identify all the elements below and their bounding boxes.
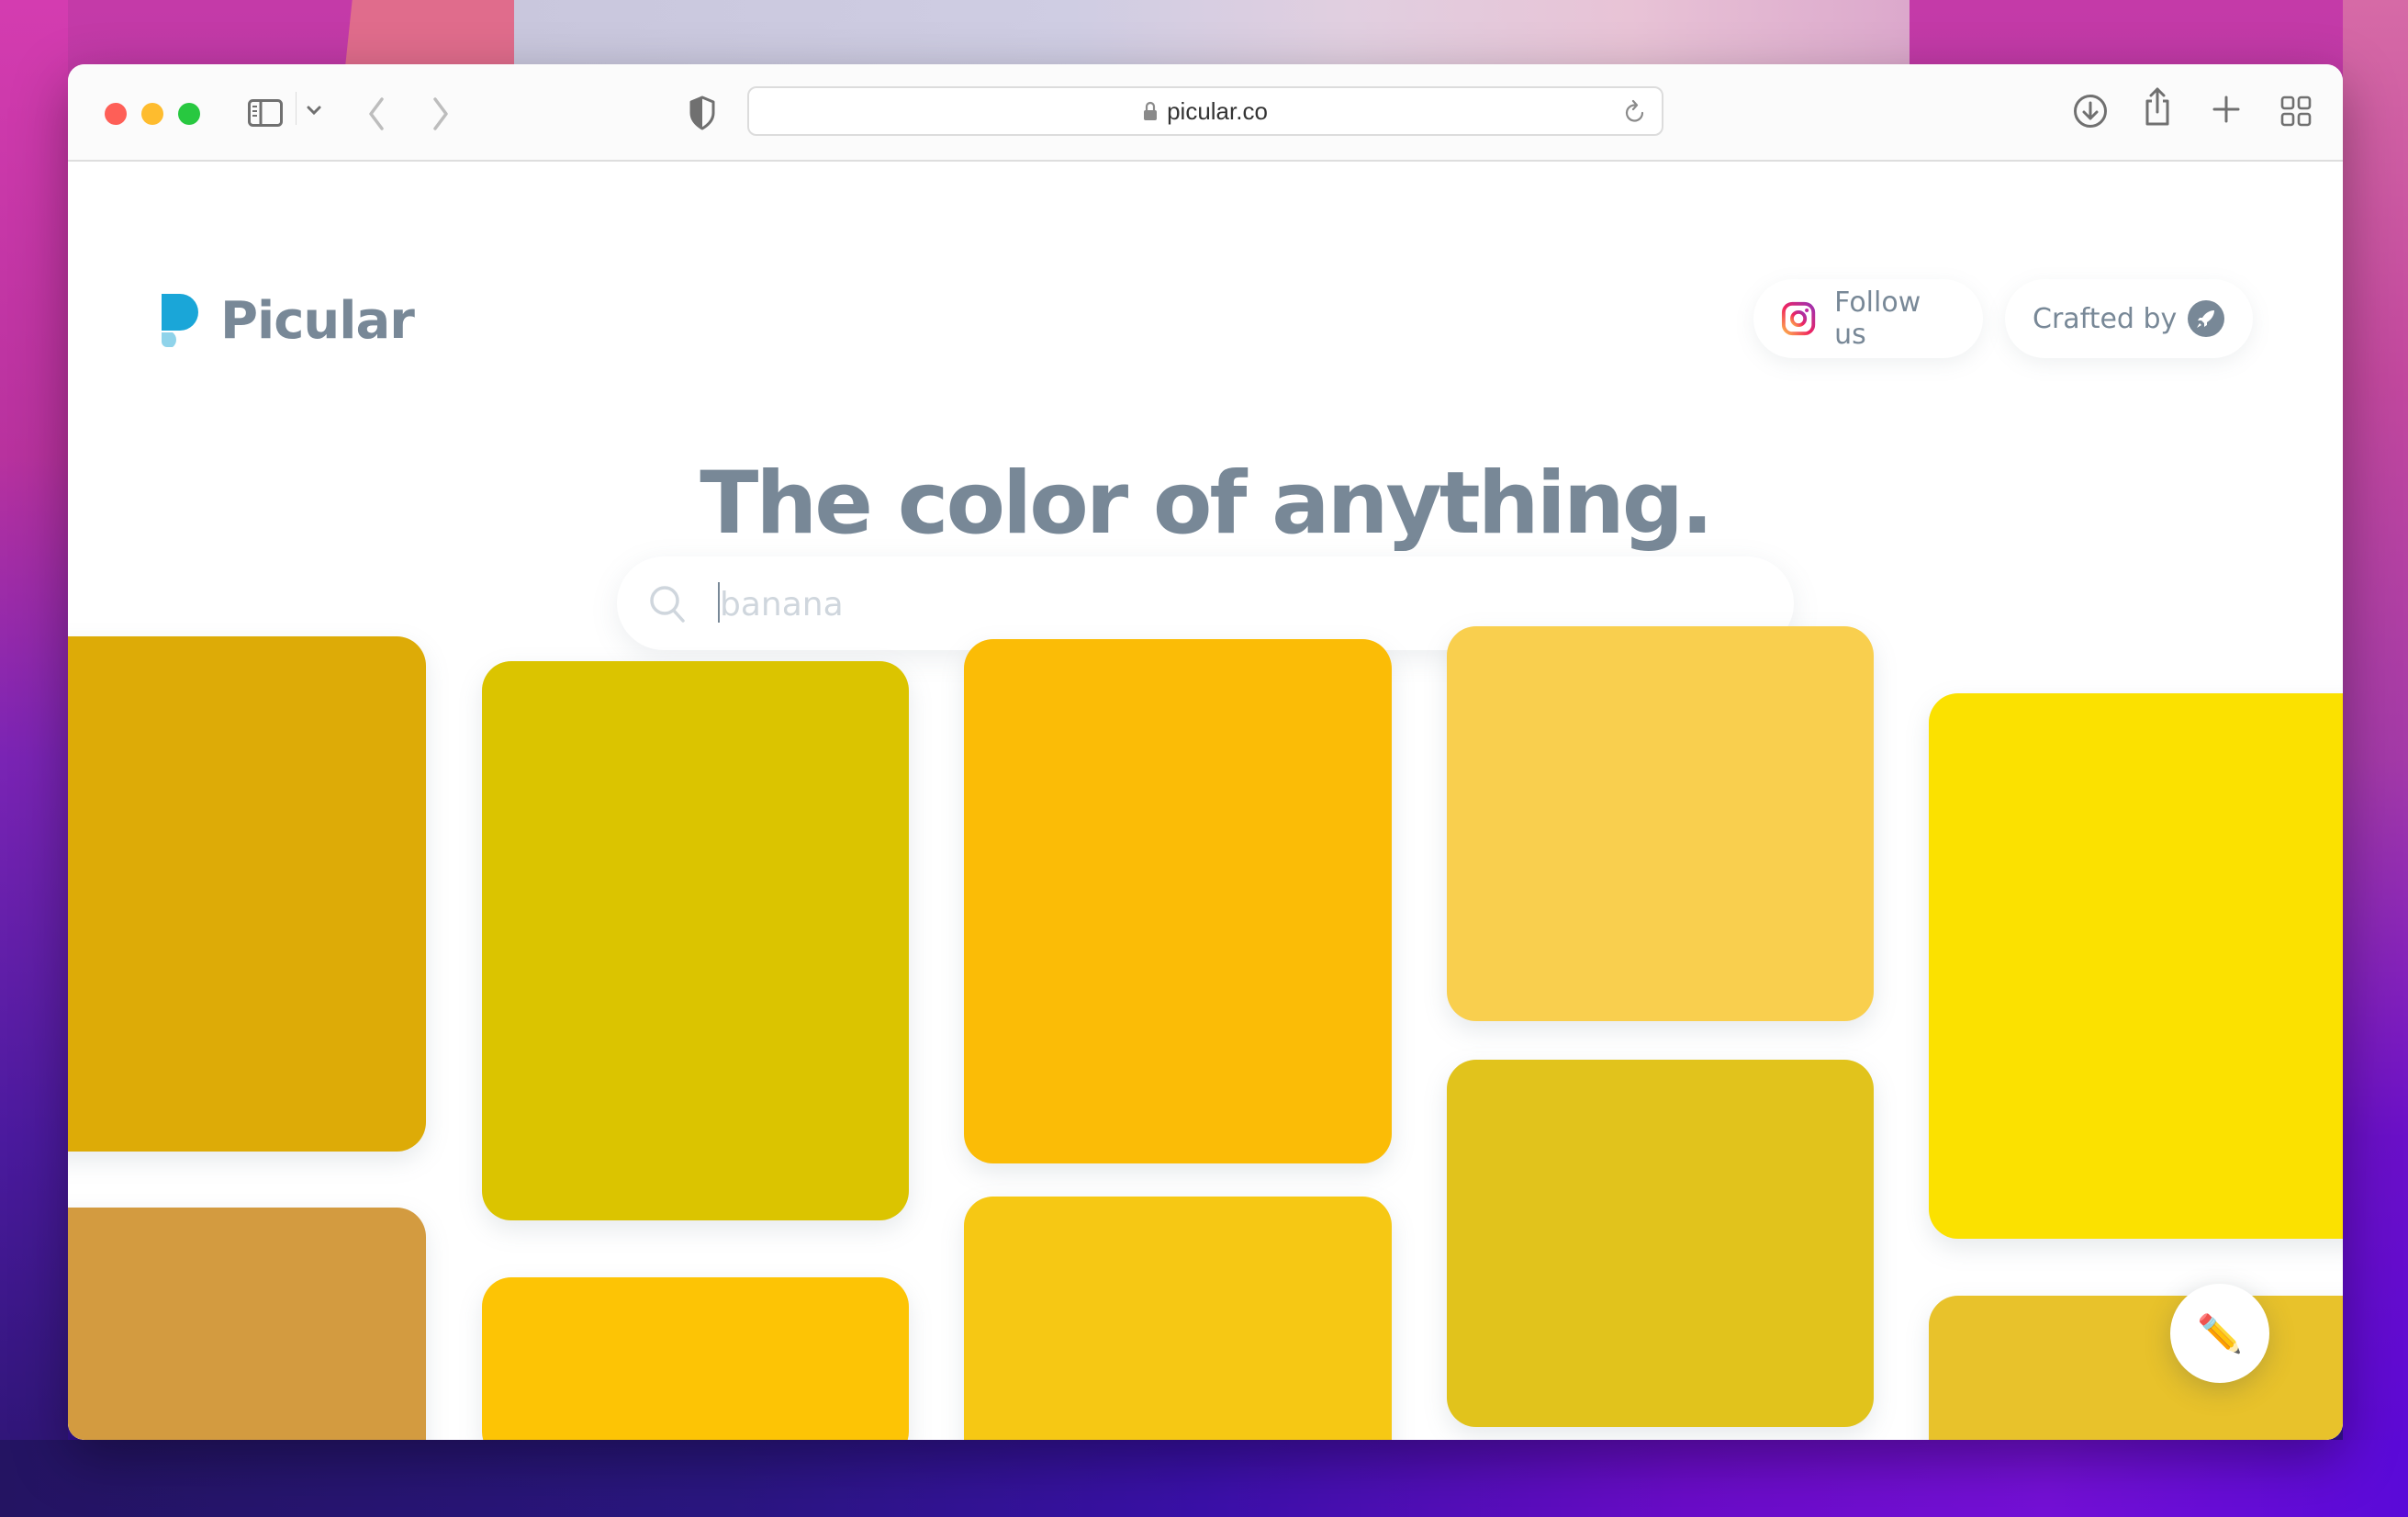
minimize-window-button[interactable] — [141, 103, 163, 125]
edit-button[interactable]: ✏️ — [2170, 1284, 2269, 1383]
color-tile[interactable] — [482, 661, 909, 1220]
forward-icon[interactable] — [430, 96, 452, 132]
color-tile[interactable] — [1929, 693, 2343, 1239]
pencil-icon: ✏️ — [2197, 1312, 2243, 1355]
color-tile[interactable] — [68, 1208, 426, 1440]
picular-logo-icon — [162, 294, 198, 347]
url-text: picular.co — [1167, 96, 1268, 125]
chevron-down-icon[interactable] — [305, 101, 323, 119]
crafted-by-label: Crafted by — [2033, 302, 2178, 335]
shield-icon[interactable] — [689, 96, 716, 130]
logo[interactable]: Picular — [158, 290, 415, 351]
rocket-icon — [2188, 300, 2225, 337]
color-tile[interactable] — [964, 639, 1392, 1163]
browser-window: picular.co Picular Follow us Crafted by … — [68, 64, 2343, 1440]
lock-icon — [1144, 101, 1158, 120]
color-tile[interactable] — [1447, 626, 1874, 1021]
address-bar[interactable]: picular.co — [747, 86, 1663, 136]
color-tile[interactable] — [68, 636, 426, 1152]
toolbar-separator — [296, 92, 297, 125]
page-title: The color of anything. — [700, 454, 1714, 554]
instagram-icon — [1781, 301, 1816, 336]
search-icon — [650, 586, 685, 623]
desktop-wallpaper-accent — [345, 0, 536, 64]
follow-us-label: Follow us — [1834, 287, 1921, 351]
logo-text: Picular — [220, 290, 415, 351]
browser-toolbar: picular.co — [68, 64, 2343, 162]
tab-overview-icon[interactable] — [2280, 96, 2312, 127]
color-tile[interactable] — [1447, 1060, 1874, 1427]
close-window-button[interactable] — [105, 103, 127, 125]
back-icon[interactable] — [365, 96, 387, 132]
share-icon[interactable] — [2143, 86, 2172, 127]
desktop-wallpaper-right — [2343, 0, 2408, 1517]
sidebar-icon[interactable] — [248, 99, 283, 127]
color-tile[interactable] — [482, 1277, 909, 1440]
text-cursor — [718, 582, 720, 623]
new-tab-icon[interactable] — [2212, 96, 2240, 123]
zoom-window-button[interactable] — [178, 103, 200, 125]
color-tile[interactable] — [1929, 1296, 2343, 1440]
reload-icon[interactable] — [1623, 99, 1647, 125]
desktop-wallpaper-top — [514, 0, 1910, 64]
desktop-wallpaper-bottom — [0, 1440, 2408, 1517]
follow-us-button[interactable]: Follow us — [1753, 279, 1983, 358]
page-content: Picular Follow us Crafted by The color o… — [68, 162, 2343, 1440]
download-icon[interactable] — [2073, 94, 2108, 129]
crafted-by-button[interactable]: Crafted by — [2005, 279, 2253, 358]
color-tile[interactable] — [964, 1197, 1392, 1440]
desktop-wallpaper-left — [0, 0, 68, 1517]
